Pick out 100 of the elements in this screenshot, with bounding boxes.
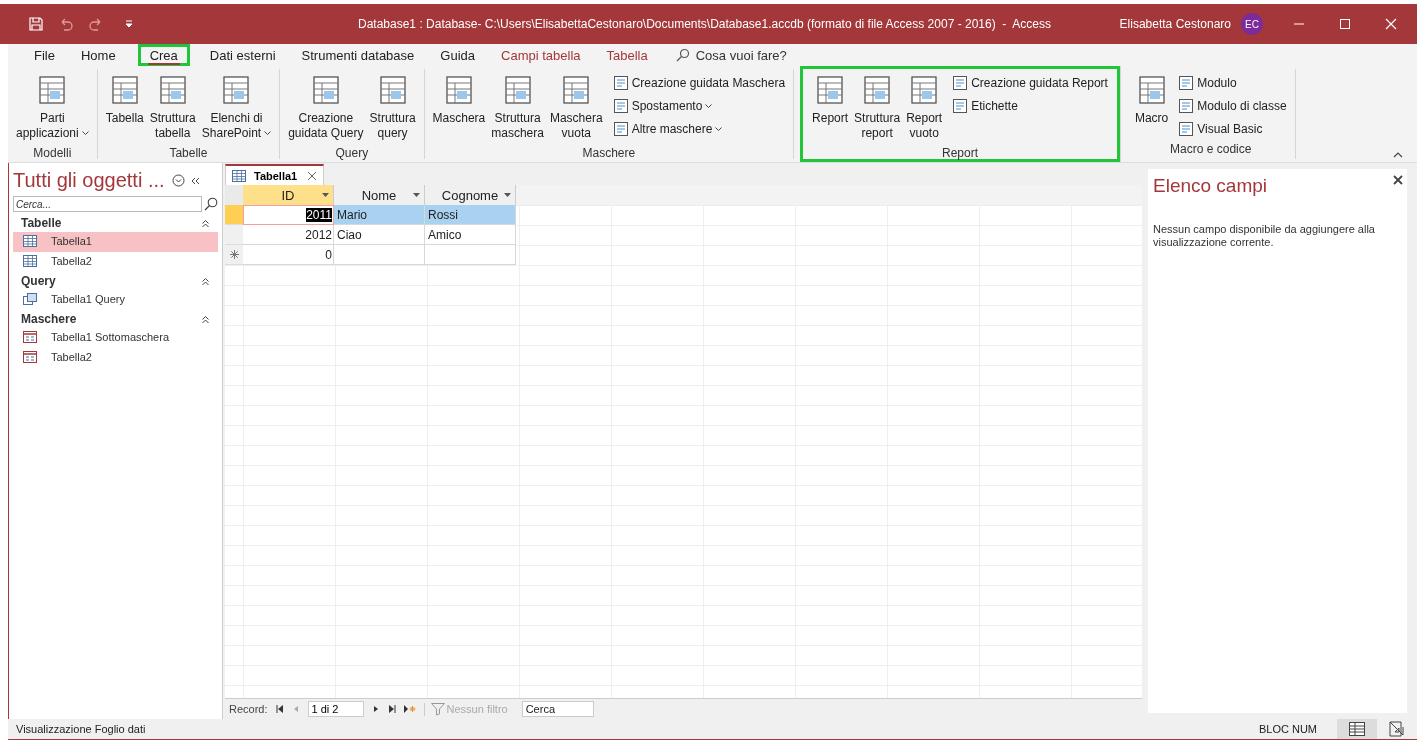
document-icon [909, 75, 940, 105]
ribbon-button[interactable]: Creazione guidata Report [950, 73, 1110, 93]
maximize-icon[interactable] [1339, 18, 1351, 30]
ribbon-tab[interactable]: Tabella [594, 44, 660, 66]
ribbon-button[interactable]: Creazione guidata Maschera [610, 73, 788, 93]
dropdown-icon[interactable] [413, 193, 420, 197]
document-icon [109, 75, 140, 105]
ribbon-button[interactable]: Creazione guidata Query [286, 73, 366, 143]
ribbon-button[interactable]: Struttura maschera [489, 73, 546, 143]
ribbon-tab[interactable]: Dati esterni [197, 44, 288, 66]
ribbon-button[interactable]: Report vuoto [904, 73, 945, 143]
group-label: Maschere [581, 145, 637, 162]
ribbon-button[interactable]: Elenchi di SharePoint [199, 73, 274, 143]
ribbon-button[interactable]: Struttura report [852, 73, 903, 143]
ribbon-tab[interactable]: Guida [428, 44, 487, 66]
dropdown-icon[interactable] [171, 174, 185, 187]
table-icon [23, 235, 37, 247]
document-tab[interactable]: Tabella1 [225, 164, 325, 185]
pane-title: Elenco campi [1153, 175, 1268, 197]
document-icon [1136, 75, 1167, 105]
navigation-item[interactable]: Tabella1 Query [13, 290, 218, 310]
table-cell[interactable] [334, 245, 425, 265]
ribbon-tab[interactable]: Campi tabella [489, 44, 593, 66]
ribbon-button[interactable]: Modulo di classe [1176, 96, 1289, 116]
ribbon-button[interactable]: Macro [1132, 73, 1171, 128]
ribbon-button[interactable]: Tabella [103, 73, 146, 128]
group-label: Tabelle [168, 145, 209, 162]
ribbon-button[interactable]: Maschera vuota [547, 73, 605, 143]
table-cell[interactable] [425, 245, 516, 265]
record-position-field[interactable]: 1 di 2 [307, 701, 364, 717]
table-cell[interactable]: Amico [425, 225, 516, 245]
ribbon-button[interactable]: Modulo [1176, 73, 1289, 93]
form-icon [23, 331, 37, 343]
ribbon-button[interactable]: Altre maschere [610, 119, 788, 139]
close-icon[interactable] [307, 170, 318, 181]
view-name: Visualizzazione Foglio dati [16, 723, 147, 735]
table-cell[interactable]: 2012 [243, 225, 334, 245]
dropdown-icon[interactable] [504, 193, 511, 197]
view-button[interactable] [1337, 719, 1377, 739]
new-record-icon[interactable] [403, 705, 416, 713]
user-avatar[interactable]: EC [1241, 13, 1263, 35]
num-lock-indicator: BLOC NUM [1258, 723, 1317, 735]
user-name[interactable]: Elisabetta Cestonaro [1119, 17, 1231, 31]
ribbon-button[interactable]: Etichette [950, 96, 1110, 116]
first-record-icon[interactable] [275, 705, 284, 713]
ribbon-button[interactable]: Struttura query [367, 73, 418, 143]
collapse-pane-icon[interactable] [189, 175, 200, 186]
caret-icon [81, 131, 89, 136]
document-icon [561, 75, 592, 105]
table-icon [23, 255, 37, 267]
search-field[interactable]: Cerca... [13, 196, 202, 212]
ribbon-tab[interactable]: Home [68, 44, 128, 66]
ribbon-tab[interactable]: Strumenti database [289, 44, 427, 66]
last-record-icon[interactable] [387, 705, 396, 713]
record-label: Record: [229, 703, 268, 715]
group-header[interactable]: Tabelle [13, 214, 218, 232]
customize-icon[interactable] [124, 19, 134, 29]
ribbon-tab[interactable]: Crea [137, 44, 190, 66]
table-cell[interactable]: Ciao [334, 225, 425, 245]
ribbon-button[interactable]: Parti applicazioni [14, 73, 91, 143]
save-icon[interactable] [28, 16, 44, 32]
pane-title[interactable]: Tutti gli oggetti ... [13, 169, 165, 192]
ribbon-button[interactable]: Visual Basic [1176, 119, 1289, 139]
window-title: Database1 : Database- C:\Users\ElisabettaCestonaro\Documents\Database1.accdb (formato di file Access 2007 - 2016) - Access [358, 17, 1052, 31]
new-record-icon [229, 250, 239, 259]
caret-icon [715, 126, 723, 132]
search-field[interactable]: Cerca [521, 701, 594, 717]
form-icon [1178, 75, 1195, 91]
row-selector[interactable] [225, 245, 243, 265]
table-cell[interactable]: 2011 [243, 205, 334, 225]
ribbon-tab[interactable]: File [22, 44, 67, 66]
table-cell[interactable]: Mario [334, 205, 425, 225]
ribbon-button[interactable]: Spostamento [610, 96, 788, 116]
close-icon[interactable] [1393, 175, 1403, 185]
ribbon-button[interactable]: Maschera [430, 73, 488, 128]
search-icon[interactable] [204, 197, 218, 211]
group-label: Modelli [32, 145, 73, 162]
navigation-item[interactable]: Tabella1 [13, 232, 218, 252]
tell-me-field[interactable]: Cosa vuoi fare? [693, 46, 848, 64]
dropdown-icon[interactable] [322, 193, 329, 197]
next-record-icon[interactable] [371, 705, 380, 713]
group-header[interactable]: Maschere [13, 310, 218, 328]
ribbon-button[interactable]: Struttura tabella [147, 73, 198, 143]
form-icon [612, 75, 629, 91]
table-cell[interactable]: 0 [243, 245, 334, 265]
form-icon [952, 98, 969, 114]
form-icon [1178, 121, 1195, 137]
navigation-item[interactable]: Tabella1 Sottomaschera [13, 328, 218, 348]
navigation-item[interactable]: Tabella2 [13, 348, 218, 368]
ribbon-button[interactable]: Report [810, 73, 851, 128]
form-icon [952, 75, 969, 91]
document-icon [862, 75, 893, 105]
collapse-ribbon-icon[interactable] [1393, 152, 1403, 158]
group-header[interactable]: Query [13, 272, 218, 290]
search-icon[interactable] [675, 48, 690, 62]
document-icon [37, 75, 68, 105]
funnel-icon [430, 702, 445, 716]
table-cell[interactable]: Rossi [425, 205, 516, 225]
navigation-item[interactable]: Tabella2 [13, 252, 218, 272]
column-header[interactable]: ID [243, 185, 334, 205]
